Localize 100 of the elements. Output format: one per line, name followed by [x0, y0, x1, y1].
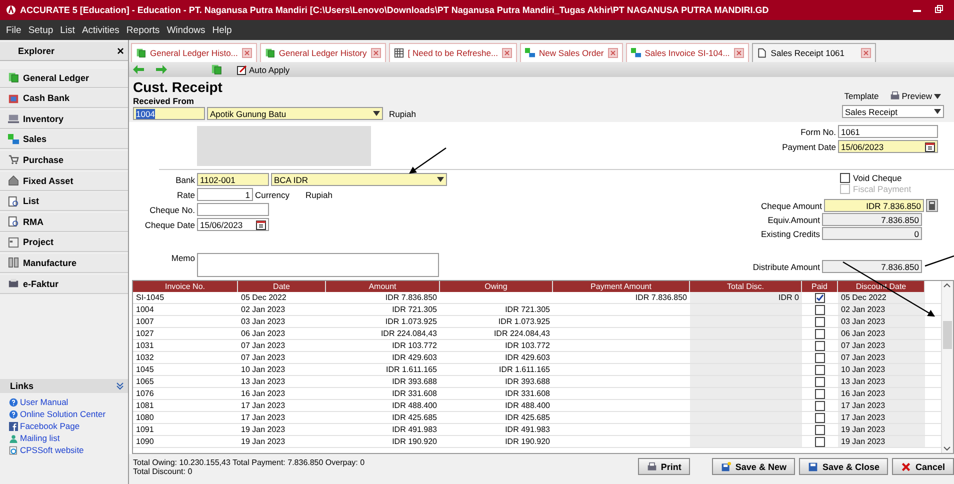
- printer-icon: [890, 91, 900, 101]
- explorer-item[interactable]: List: [0, 192, 128, 212]
- bank-id-field[interactable]: 1102-001: [197, 173, 269, 186]
- paid-checkbox[interactable]: [815, 364, 825, 374]
- document-stack-icon: [8, 72, 19, 84]
- customer-dropdown[interactable]: Apotik Gunung Batu: [207, 107, 383, 120]
- help-icon: [9, 398, 18, 406]
- scroll-up-icon[interactable]: [942, 281, 952, 289]
- tab[interactable]: General Ledger Histo...: [131, 43, 257, 62]
- field-label: Currency: [255, 190, 290, 200]
- menu-item[interactable]: Reports: [126, 24, 160, 36]
- close-icon[interactable]: [370, 48, 381, 58]
- rate-field[interactable]: 1: [197, 188, 253, 201]
- explorer-item[interactable]: Sales: [0, 130, 128, 150]
- customer-id-field[interactable]: 1004: [133, 107, 205, 120]
- close-icon[interactable]: [860, 48, 871, 58]
- scroll-down-icon[interactable]: [942, 445, 952, 453]
- menu-item[interactable]: Activities: [82, 24, 120, 36]
- paid-checkbox[interactable]: [815, 340, 825, 350]
- explorer-item[interactable]: Project: [0, 233, 128, 252]
- menu-item[interactable]: File: [6, 24, 22, 36]
- cheque-no-field[interactable]: [197, 203, 269, 216]
- explorer-item[interactable]: Fixed Asset: [0, 172, 128, 191]
- field-label: Cheque Amount: [760, 200, 822, 210]
- column-header[interactable]: Date: [238, 281, 326, 292]
- tab[interactable]: General Ledger History: [260, 43, 386, 62]
- collapse-icon[interactable]: [116, 382, 124, 390]
- explorer-item[interactable]: General Ledger: [0, 68, 128, 88]
- calculator-icon[interactable]: [926, 199, 938, 212]
- paid-checkbox[interactable]: [815, 436, 825, 446]
- paid-checkbox[interactable]: [815, 412, 825, 422]
- close-button[interactable]: ×: [116, 44, 124, 58]
- column-header[interactable]: Payment Amount: [553, 281, 690, 292]
- column-header[interactable]: Discount Date: [838, 281, 925, 292]
- sales-icon: [630, 48, 641, 58]
- restore-icon[interactable]: [935, 4, 943, 12]
- browser-icon: [9, 446, 18, 454]
- amount-field: 0: [822, 227, 922, 240]
- paid-checkbox[interactable]: [815, 292, 825, 302]
- link[interactable]: Online Solution Center: [20, 409, 106, 419]
- bank-dropdown[interactable]: BCA IDR: [271, 173, 447, 186]
- paid-checkbox[interactable]: [815, 352, 825, 362]
- link[interactable]: CPSSoft website: [20, 445, 84, 455]
- save-button[interactable]: Save & New: [712, 458, 796, 475]
- column-header[interactable]: Amount: [326, 281, 440, 292]
- template-dropdown[interactable]: Sales Receipt: [842, 105, 944, 118]
- explorer-item[interactable]: Manufacture: [0, 254, 128, 273]
- tab[interactable]: [ Need to be Refreshe...: [388, 43, 518, 62]
- printer-icon: [646, 462, 657, 472]
- tab[interactable]: Sales Receipt 1061: [752, 43, 876, 62]
- document-stack-icon: [211, 64, 222, 75]
- menu-item[interactable]: Setup: [28, 24, 54, 36]
- menu-item[interactable]: Windows: [166, 24, 206, 36]
- form-no-field[interactable]: 1061: [838, 125, 938, 138]
- paid-checkbox[interactable]: [815, 400, 825, 410]
- column-header[interactable]: Invoice No.: [133, 281, 238, 292]
- print-button[interactable]: Print: [638, 458, 690, 475]
- menu-item[interactable]: Help: [212, 24, 232, 36]
- close-icon[interactable]: [242, 48, 252, 58]
- calendar-icon: [256, 220, 266, 230]
- table-cell: 19 Jan 2023: [838, 424, 925, 435]
- total-discount-text: Total Discount: 0: [133, 467, 194, 476]
- tab[interactable]: New Sales Order: [520, 43, 623, 62]
- table-cell: 06 Jan 2023: [838, 328, 925, 339]
- cancel-button[interactable]: Cancel: [892, 458, 954, 475]
- scrollbar-thumb[interactable]: [943, 321, 952, 349]
- column-header[interactable]: Owing: [440, 281, 553, 292]
- amount-field[interactable]: IDR 7.836.850: [824, 199, 924, 212]
- checkbox-option[interactable]: Void Cheque: [840, 173, 938, 183]
- close-icon[interactable]: [608, 48, 618, 58]
- close-icon[interactable]: [734, 48, 744, 58]
- bank-icon: [8, 92, 19, 104]
- auto-apply-button[interactable]: Auto Apply: [234, 62, 293, 76]
- explorer-item[interactable]: Purchase: [0, 150, 128, 170]
- paid-checkbox[interactable]: [815, 424, 825, 434]
- explorer-item[interactable]: Inventory: [0, 110, 128, 129]
- paid-checkbox[interactable]: [815, 376, 825, 386]
- link[interactable]: Facebook Page: [20, 421, 80, 431]
- save-button[interactable]: Save & Close: [799, 458, 888, 475]
- paid-checkbox[interactable]: [815, 328, 825, 338]
- explorer-item[interactable]: e-Faktur: [0, 274, 128, 294]
- field-label: Distribute Amount: [752, 262, 820, 272]
- paid-checkbox[interactable]: [815, 388, 825, 398]
- cheque-date-field[interactable]: 15/06/2023: [197, 218, 269, 231]
- link[interactable]: User Manual: [20, 397, 68, 407]
- grid-icon: [394, 48, 404, 58]
- explorer-item[interactable]: Cash Bank: [0, 89, 128, 108]
- window-title: ACCURATE 5 [Education] - Education - PT. Naganusa Putra Mandiri [C:\Users\Lenovo\Downloads\PT Naganusa Putra Mandiri_Tugas Akhir\PT NAGANUSA PUTRA MANDIRI.GD: [20, 5, 770, 15]
- memo-field[interactable]: [197, 253, 439, 277]
- payment-date-field[interactable]: 15/06/2023: [838, 140, 938, 153]
- paid-checkbox[interactable]: [815, 316, 825, 326]
- column-header[interactable]: Paid: [802, 281, 838, 292]
- column-header[interactable]: Total Disc.: [690, 281, 802, 292]
- paid-checkbox[interactable]: [815, 304, 825, 314]
- tab[interactable]: Sales Invoice SI-104...: [626, 43, 749, 62]
- close-icon[interactable]: [502, 48, 512, 58]
- link[interactable]: Mailing list: [20, 433, 60, 443]
- explorer-item[interactable]: RMA: [0, 212, 128, 232]
- menu-item[interactable]: List: [60, 24, 75, 36]
- preview-button[interactable]: Preview: [886, 89, 944, 103]
